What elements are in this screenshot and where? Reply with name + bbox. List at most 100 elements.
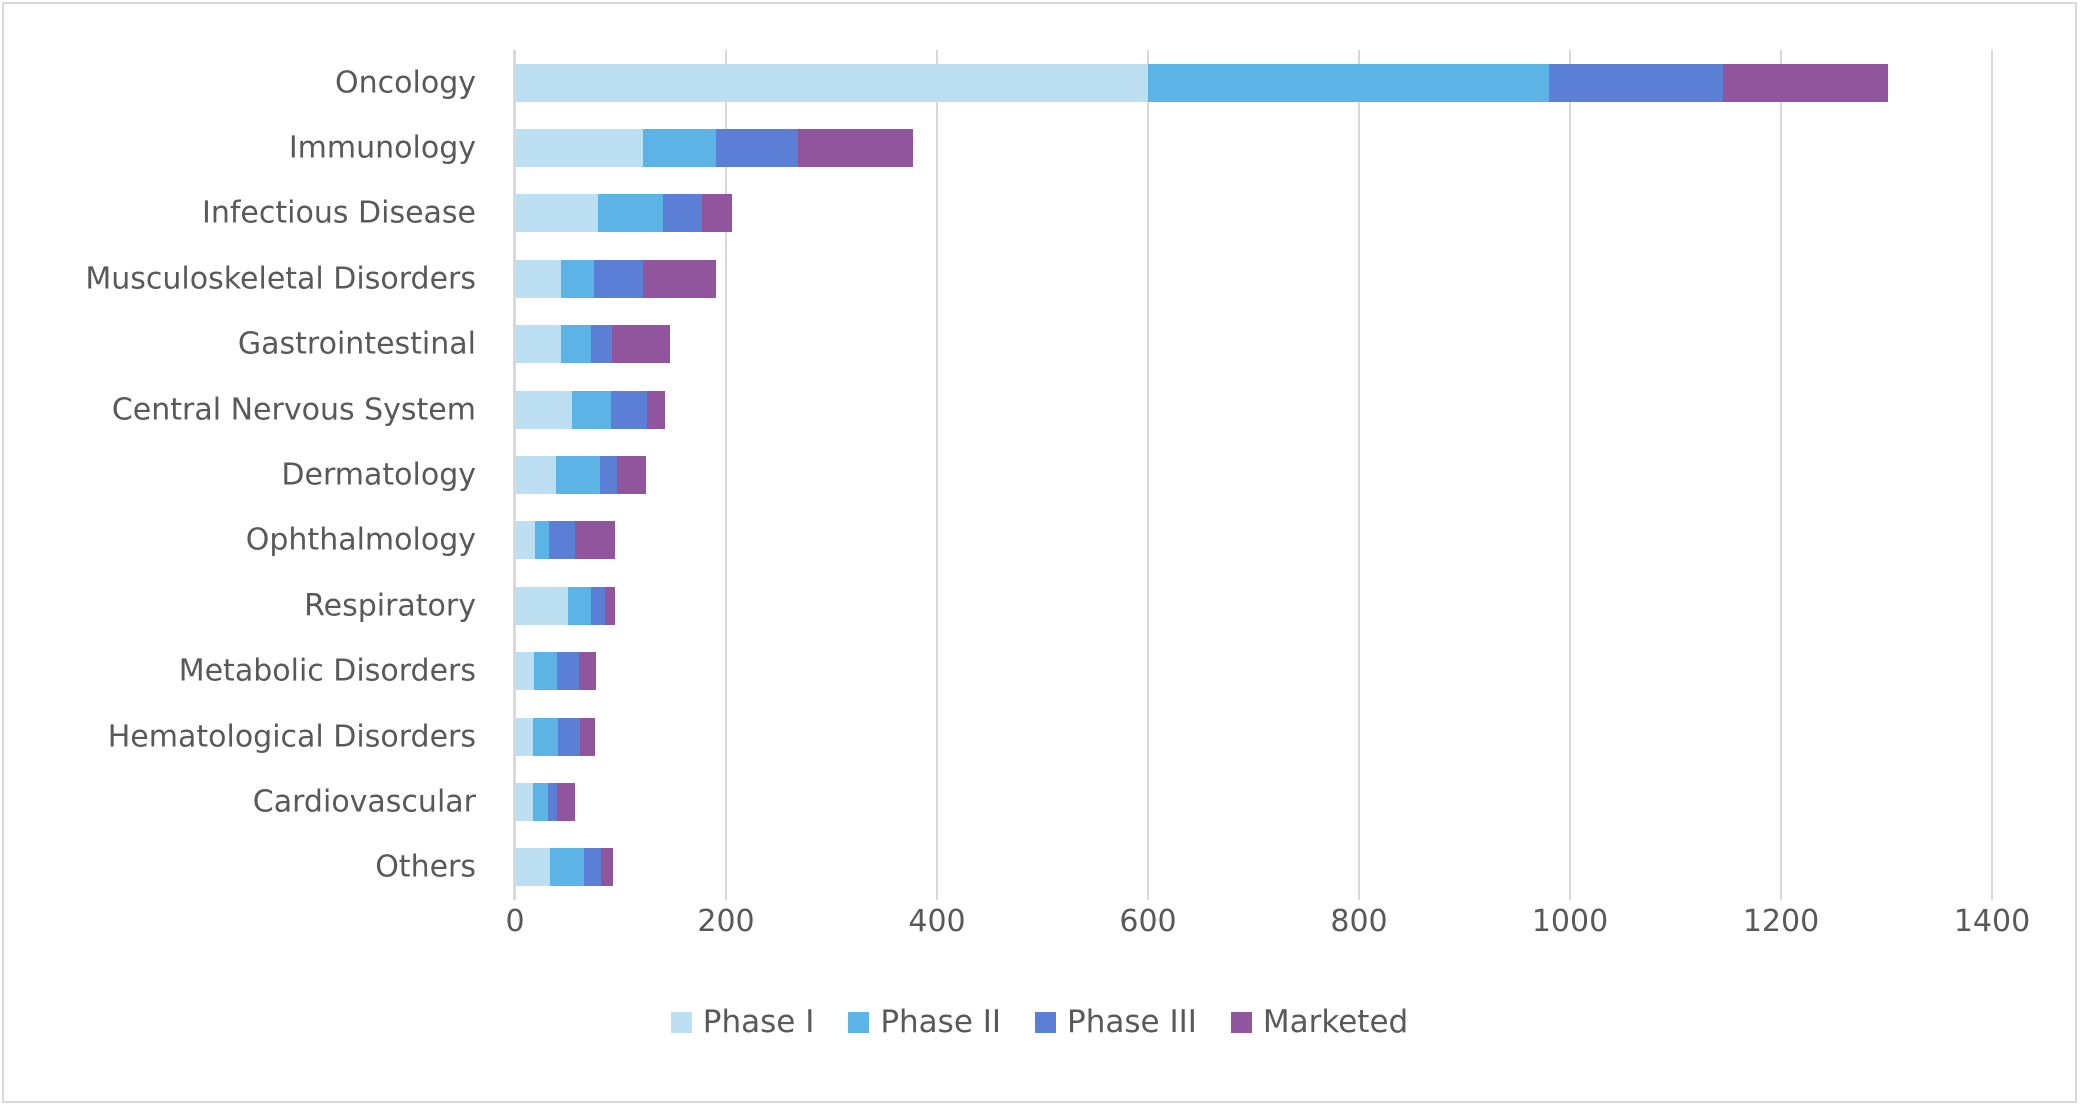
bar-segment-phase-i[interactable]: [515, 390, 572, 429]
x-tick-label: 600: [1119, 904, 1177, 939]
bar-segment-marketed[interactable]: [701, 194, 733, 233]
x-axis-tick-labels: 0 200 400 600 800 1000 1200 1400: [4, 904, 2079, 954]
bar-segment-phase-i[interactable]: [515, 456, 557, 494]
bar-segment-phase-i[interactable]: [515, 652, 534, 691]
category-label: Metabolic Disorders: [178, 653, 476, 689]
bar-segment-phase-i[interactable]: [515, 63, 1148, 102]
bar-segment-phase-ii[interactable]: [642, 129, 717, 168]
stacked-bar[interactable]: [515, 129, 913, 168]
x-tick-label: 400: [908, 904, 966, 939]
bar-segment-phase-iii[interactable]: [583, 848, 602, 887]
bar-row[interactable]: [515, 586, 1992, 625]
bar-rows: [515, 50, 1992, 900]
x-tick-label: 1000: [1531, 904, 1609, 939]
bar-segment-marketed[interactable]: [617, 456, 646, 494]
bar-row[interactable]: [515, 456, 1992, 494]
bar-segment-phase-iii[interactable]: [547, 782, 558, 821]
bar-segment-marketed[interactable]: [579, 652, 597, 691]
bar-segment-phase-i[interactable]: [515, 129, 643, 168]
legend-item-phase-ii[interactable]: Phase II: [848, 1004, 1001, 1040]
bar-row[interactable]: [515, 194, 1992, 233]
bar-row[interactable]: [515, 652, 1992, 691]
bar-segment-phase-iii[interactable]: [557, 652, 580, 691]
category-label: Musculoskeletal Disorders: [85, 261, 476, 297]
stacked-bar[interactable]: [515, 717, 596, 756]
legend-swatch-icon: [1230, 1011, 1252, 1033]
legend-item-marketed[interactable]: Marketed: [1230, 1004, 1408, 1040]
bar-segment-phase-i[interactable]: [515, 586, 568, 625]
bar-segment-marketed[interactable]: [797, 129, 913, 168]
bar-segment-phase-iii[interactable]: [558, 717, 581, 756]
bar-segment-marketed[interactable]: [612, 325, 671, 364]
stacked-bar[interactable]: [515, 325, 671, 364]
bar-segment-phase-ii[interactable]: [567, 586, 591, 625]
bar-row[interactable]: [515, 782, 1992, 821]
stacked-bar[interactable]: [515, 456, 646, 494]
bar-segment-phase-ii[interactable]: [532, 717, 559, 756]
legend-item-phase-i[interactable]: Phase I: [670, 1004, 814, 1040]
stacked-bar[interactable]: [515, 259, 717, 298]
bar-segment-phase-ii[interactable]: [556, 456, 601, 494]
stacked-bar[interactable]: [515, 521, 616, 560]
bar-row[interactable]: [515, 717, 1992, 756]
bar-segment-phase-i[interactable]: [515, 259, 562, 298]
category-label: Cardiovascular: [252, 784, 476, 820]
bar-segment-phase-iii[interactable]: [1548, 63, 1723, 102]
bar-row[interactable]: [515, 129, 1992, 168]
category-label: Ophthalmology: [245, 522, 476, 558]
bar-segment-marketed[interactable]: [1722, 63, 1888, 102]
bar-segment-phase-iii[interactable]: [662, 194, 702, 233]
bar-segment-phase-ii[interactable]: [532, 782, 548, 821]
stacked-bar[interactable]: [515, 848, 614, 887]
bar-row[interactable]: [515, 259, 1992, 298]
bar-segment-phase-i[interactable]: [515, 325, 562, 364]
bar-segment-phase-ii[interactable]: [598, 194, 663, 233]
bar-segment-phase-ii[interactable]: [561, 325, 591, 364]
bar-segment-phase-iii[interactable]: [594, 259, 643, 298]
x-tick-label: 200: [697, 904, 755, 939]
stacked-bar[interactable]: [515, 586, 616, 625]
y-axis-category-labels: Oncology Immunology Infectious Disease Musc…: [4, 50, 494, 900]
bar-row[interactable]: [515, 63, 1992, 102]
bar-segment-phase-iii[interactable]: [716, 129, 798, 168]
bar-row[interactable]: [515, 325, 1992, 364]
bar-segment-marketed[interactable]: [604, 586, 616, 625]
stacked-bar[interactable]: [515, 194, 733, 233]
category-label: Dermatology: [281, 457, 476, 493]
bar-segment-phase-ii[interactable]: [549, 848, 584, 887]
bar-segment-phase-iii[interactable]: [590, 586, 605, 625]
bar-row[interactable]: [515, 848, 1992, 887]
bar-segment-phase-ii[interactable]: [1148, 63, 1549, 102]
bar-segment-phase-ii[interactable]: [535, 521, 549, 560]
bar-segment-phase-ii[interactable]: [571, 390, 611, 429]
stacked-bar[interactable]: [515, 63, 1888, 102]
bar-segment-phase-i[interactable]: [515, 521, 536, 560]
bar-segment-phase-ii[interactable]: [533, 652, 558, 691]
bar-segment-phase-ii[interactable]: [561, 259, 595, 298]
stacked-bar[interactable]: [515, 390, 665, 429]
category-label: Infectious Disease: [202, 195, 476, 231]
bar-segment-marketed[interactable]: [601, 848, 614, 887]
x-tick-label: 800: [1330, 904, 1388, 939]
stacked-bar[interactable]: [515, 782, 576, 821]
bar-row[interactable]: [515, 390, 1992, 429]
bar-segment-phase-iii[interactable]: [548, 521, 576, 560]
bar-segment-marketed[interactable]: [580, 717, 596, 756]
bar-row[interactable]: [515, 521, 1992, 560]
chart-legend: Phase I Phase II Phase III Marketed: [4, 1004, 2075, 1040]
legend-item-phase-iii[interactable]: Phase III: [1035, 1004, 1197, 1040]
bar-segment-marketed[interactable]: [646, 390, 665, 429]
plot-area: [513, 50, 1993, 900]
bar-segment-phase-iii[interactable]: [590, 325, 613, 364]
bar-segment-marketed[interactable]: [575, 521, 616, 560]
bar-segment-phase-i[interactable]: [515, 717, 533, 756]
bar-segment-marketed[interactable]: [557, 782, 576, 821]
bar-segment-marketed[interactable]: [642, 259, 717, 298]
bar-segment-phase-i[interactable]: [515, 848, 550, 887]
bar-segment-phase-iii[interactable]: [600, 456, 618, 494]
bar-segment-phase-iii[interactable]: [611, 390, 647, 429]
stacked-bar[interactable]: [515, 652, 597, 691]
bar-segment-phase-i[interactable]: [515, 782, 533, 821]
legend-swatch-icon: [1035, 1011, 1057, 1033]
bar-segment-phase-i[interactable]: [515, 194, 599, 233]
